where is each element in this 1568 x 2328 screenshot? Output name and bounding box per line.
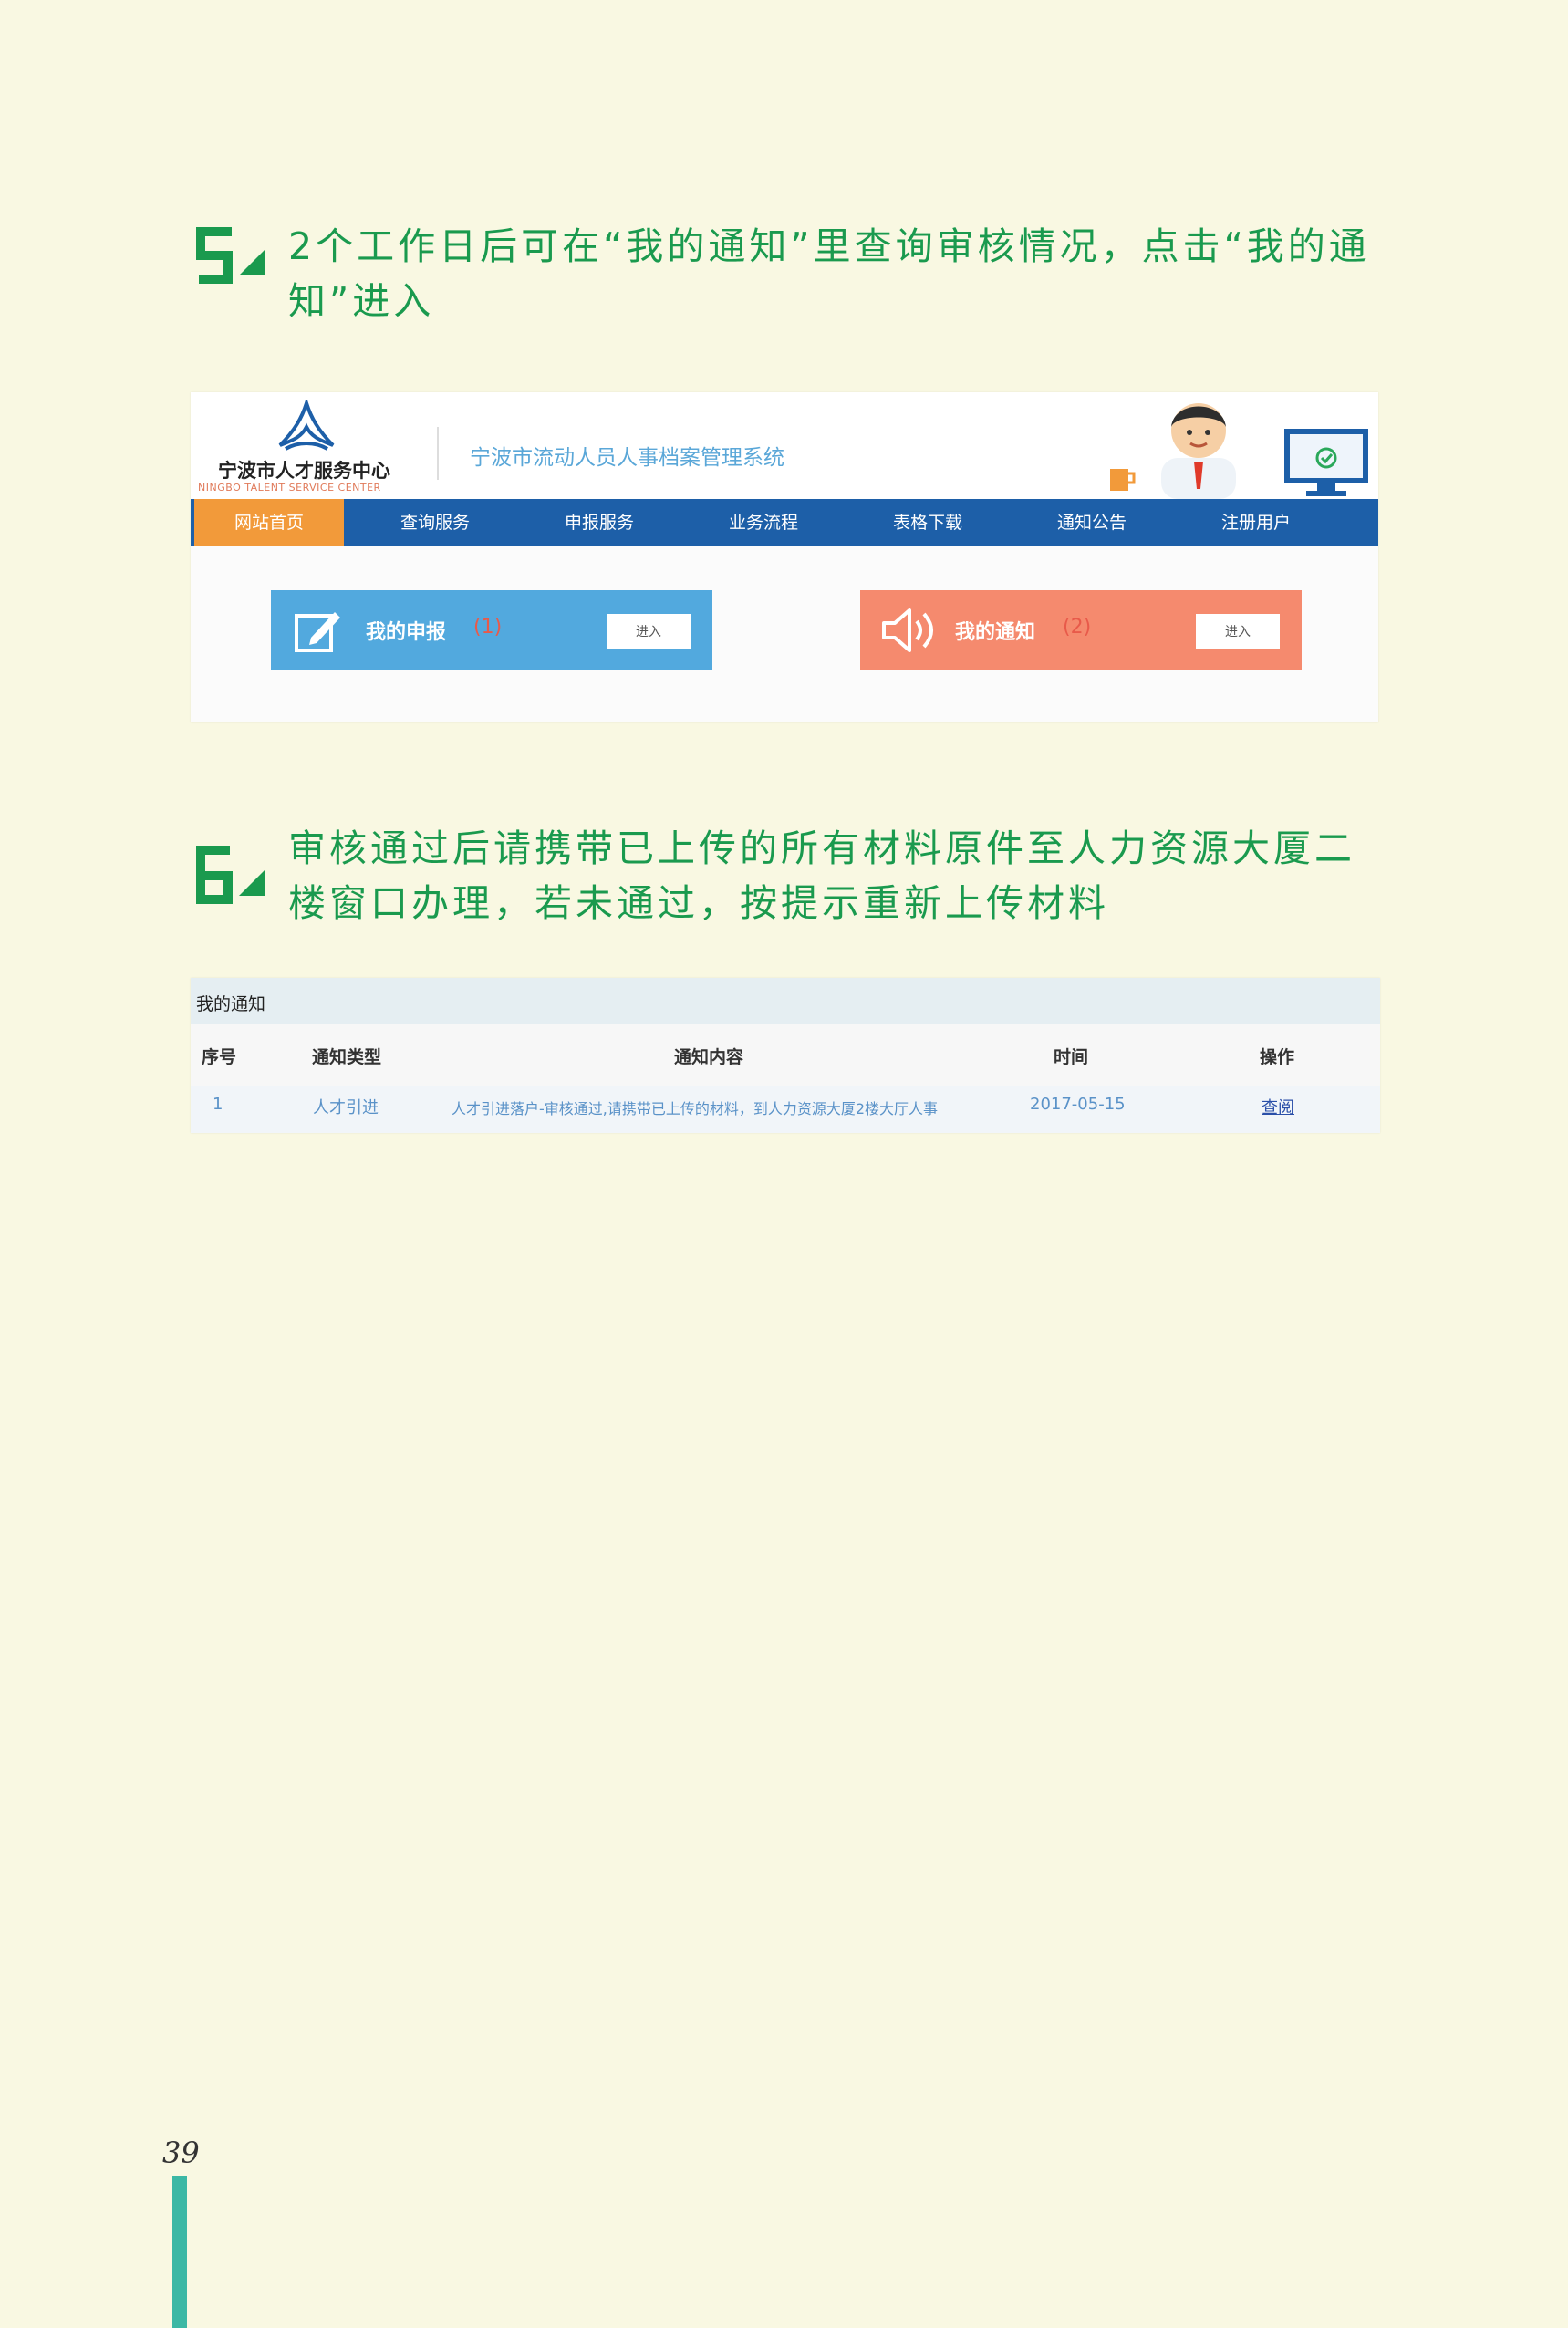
row-notice-content: 人才引进落户-审核通过,请携带已上传的材料，到人力资源大厦2楼大厅人事 [452,1100,939,1117]
row-view-link[interactable]: 查阅 [1262,1095,1294,1118]
step-5-text: 2个工作日后可在“我的通知”里查询审核情况，点击“我的通知”进入 [288,224,1370,323]
nav-notices[interactable]: 通知公告 [1028,499,1156,546]
logo-icon [278,400,335,451]
my-notice-enter-button[interactable]: 进入 [1196,614,1280,649]
nav-register[interactable]: 注册用户 [1192,499,1320,546]
nav-apply-service[interactable]: 申报服务 [535,499,663,546]
step-number-6-icon [196,846,265,904]
row-time: 2017-05-15 [1030,1095,1126,1114]
step-5: 2个工作日后可在“我的通知”里查询审核情况，点击“我的通知”进入 [192,219,1377,323]
header-divider [437,427,439,480]
row-index: 1 [213,1095,223,1114]
logo-text: 宁波市人才服务中心 [218,460,390,482]
table-title-bar: 我的通知 [191,978,1380,1024]
step-6: 审核通过后请携带已上传的所有材料原件至人力资源大厦二楼窗口办理，若未通过，按提示… [192,821,1377,930]
mug-icon [1110,469,1136,491]
header-notice-content: 通知内容 [674,1047,744,1067]
my-notice-card[interactable]: 我的通知 (2) 进入 [860,590,1302,670]
step-6-text: 审核通过后请携带已上传的所有材料原件至人力资源大厦二楼窗口办理，若未通过，按提示… [288,826,1355,925]
step-number-5-icon [196,227,265,284]
page-number: 39 [162,2136,200,2170]
my-application-enter-button[interactable]: 进入 [607,614,691,649]
system-title: 宁波市流动人员人事档案管理系统 [470,446,784,470]
staff-avatar-icon [1161,403,1236,499]
my-application-count: (1) [473,616,503,639]
nav-home[interactable]: 网站首页 [194,499,344,546]
header-index: 序号 [202,1047,237,1067]
monitor-icon [1284,429,1368,496]
row-notice-type: 人才引进 [313,1098,379,1117]
speaker-icon [882,608,933,652]
my-notice-count: (2) [1063,616,1092,639]
nav-query-service[interactable]: 查询服务 [371,499,499,546]
header-action: 操作 [1260,1047,1295,1067]
header-time: 时间 [1054,1047,1089,1067]
nav-form-download[interactable]: 表格下载 [864,499,992,546]
header-notice-type: 通知类型 [312,1047,382,1067]
my-notice-label: 我的通知 [955,621,1036,644]
table-title: 我的通知 [196,994,266,1014]
my-application-label: 我的申报 [366,621,447,644]
notice-table-screenshot: 我的通知 序号 通知类型 通知内容 时间 操作 1 人才引进 人才引进落户-审核… [191,978,1380,1133]
logo-subtitle: NINGBO TALENT SERVICE CENTER [198,482,381,494]
nav-business-process[interactable]: 业务流程 [700,499,827,546]
portal-header: 宁波市人才服务中心 NINGBO TALENT SERVICE CENTER 宁… [191,392,1378,499]
portal-nav: 网站首页 查询服务 申报服务 业务流程 表格下载 通知公告 注册用户 [191,499,1378,546]
portal-screenshot: 宁波市人才服务中心 NINGBO TALENT SERVICE CENTER 宁… [191,392,1378,722]
page-accent-bar [172,2176,187,2328]
edit-icon [295,612,340,652]
my-application-card[interactable]: 我的申报 (1) 进入 [271,590,712,670]
